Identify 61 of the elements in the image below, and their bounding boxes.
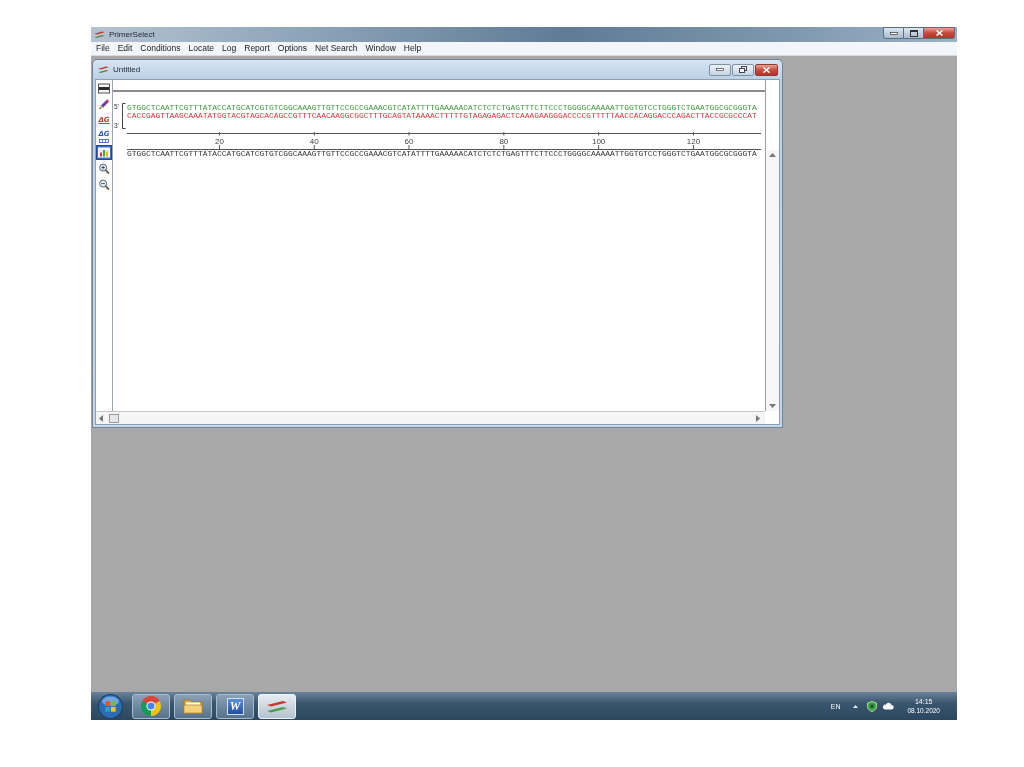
ruler-label: 80	[499, 136, 509, 146]
document-title: Untitled	[113, 65, 141, 74]
toolbar-button[interactable]	[96, 97, 112, 112]
down-arrow-icon[interactable]	[769, 404, 776, 408]
window-title: PrimerSelect	[109, 30, 155, 39]
menu-item[interactable]: Report	[240, 42, 274, 55]
color-ring-icon	[141, 696, 161, 716]
close-button[interactable]	[924, 27, 955, 39]
menu-item[interactable]: Options	[273, 42, 312, 55]
app-icon	[98, 66, 109, 73]
toolbar-button[interactable]	[96, 145, 112, 160]
close-button[interactable]	[755, 63, 778, 76]
caret-icon[interactable]	[853, 704, 859, 708]
ruler-label: 100	[591, 136, 606, 146]
horizontal-scrollbar[interactable]	[96, 411, 765, 424]
app-icon	[266, 699, 288, 713]
menu-item[interactable]: File	[92, 42, 114, 55]
maximize-button[interactable]	[904, 27, 924, 39]
maximize-icon	[909, 29, 918, 37]
toolbar-button[interactable]	[96, 161, 112, 176]
ruler-label: 40	[309, 136, 319, 146]
zoom-in-icon	[98, 163, 110, 174]
minimize-icon	[716, 68, 724, 71]
chart-icon	[98, 147, 110, 158]
menu-item[interactable]: Edit	[113, 42, 137, 55]
close-icon	[935, 30, 943, 36]
menu-item[interactable]: Window	[361, 42, 400, 55]
menu-item[interactable]: Net Search	[311, 42, 362, 55]
minimize-button[interactable]	[883, 27, 904, 39]
taskbar-button[interactable]	[132, 693, 170, 719]
orb-icon	[98, 693, 123, 719]
close-icon	[763, 66, 770, 73]
minimize-icon	[889, 31, 898, 35]
taskbar-button[interactable]: W	[216, 693, 254, 719]
menu-item[interactable]: Locate	[184, 42, 219, 55]
scroll-thumb[interactable]	[109, 413, 119, 423]
vertical-scrollbar[interactable]	[766, 150, 779, 411]
shield-icon[interactable]	[867, 700, 878, 712]
cloud-icon[interactable]	[882, 702, 895, 710]
right-arrow-icon[interactable]	[756, 414, 760, 422]
ruler-label: 20	[215, 136, 224, 146]
ruler-label: 120	[686, 136, 701, 146]
app-icon	[94, 31, 105, 38]
folder-icon	[183, 698, 203, 714]
window-icon	[98, 83, 110, 94]
menu-item[interactable]: Log	[218, 42, 241, 55]
table-icon	[99, 138, 109, 143]
taskbar-button[interactable]	[174, 693, 212, 719]
ruler-label: 60	[404, 136, 414, 146]
restore-button[interactable]	[732, 63, 754, 76]
toolbar-button[interactable]	[96, 81, 112, 96]
pen-icon	[98, 99, 110, 110]
zoom-out-icon	[98, 179, 110, 190]
minimize-button[interactable]	[709, 63, 731, 76]
restore-icon	[739, 66, 747, 73]
toolbar-button[interactable]	[96, 177, 112, 192]
menu-item[interactable]: Conditions	[136, 42, 185, 55]
bracket-icon	[122, 103, 126, 129]
menu-item[interactable]: Help	[399, 42, 426, 55]
left-arrow-icon[interactable]	[99, 414, 103, 422]
up-arrow-icon[interactable]	[769, 153, 776, 157]
